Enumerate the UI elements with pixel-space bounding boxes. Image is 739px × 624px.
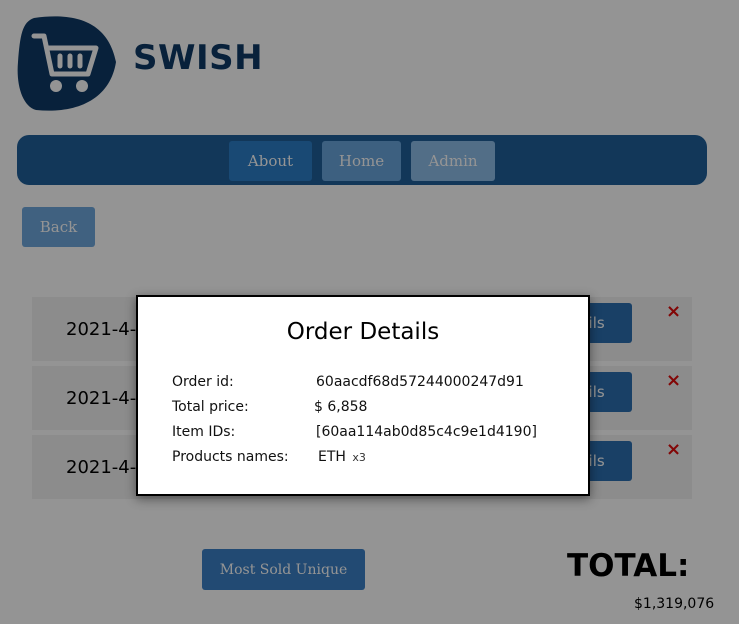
item-ids-value: [60aa114ab0d85c4c9e1d4190] — [316, 424, 537, 440]
products-names-value: ETH x3 — [318, 449, 366, 465]
product-quantity: x3 — [352, 451, 366, 464]
total-price-label: Total price: — [172, 399, 249, 415]
product-name: ETH — [318, 449, 346, 465]
item-ids-label: Item IDs: — [172, 424, 236, 440]
order-id-value: 60aacdf68d57244000247d91 — [316, 374, 524, 390]
order-details-modal: Order Details Order id: 60aacdf68d572440… — [136, 295, 590, 496]
modal-title: Order Details — [286, 319, 440, 345]
order-id-label: Order id: — [172, 374, 234, 390]
products-names-label: Products names: — [172, 449, 289, 465]
total-price-value: $ 6,858 — [314, 399, 368, 415]
